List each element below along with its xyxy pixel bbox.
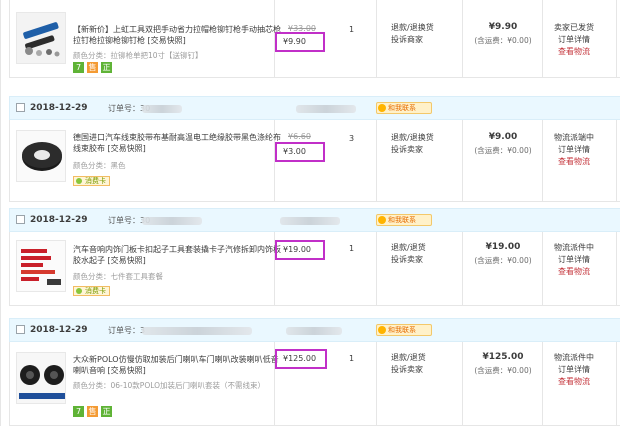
view-logistics-link[interactable]: 查看物流 — [541, 376, 607, 388]
service-tags: 消费卡 — [73, 286, 110, 296]
order-total: ¥9.00 (含运费：¥0.00) — [463, 132, 543, 156]
after-sale-links: 退款/退货 投诉卖家 — [391, 352, 426, 376]
order-date: 2018-12-29 — [30, 103, 88, 113]
complaint-link[interactable]: 投诉卖家 — [391, 364, 426, 376]
after-sale-links: 退款/退换货 投诉商家 — [391, 22, 434, 46]
product-thumbnail[interactable] — [16, 352, 66, 404]
seven-day-return-icon: 7 — [73, 62, 84, 73]
unit-price: ¥19.00 — [275, 240, 325, 260]
contact-seller-button[interactable]: 和我联系 — [376, 214, 432, 226]
chat-icon — [378, 216, 386, 224]
product-thumbnail[interactable] — [16, 130, 66, 182]
order-detail-link[interactable]: 订单详情 — [541, 144, 607, 156]
chat-icon — [378, 326, 386, 334]
quantity: 1 — [349, 244, 355, 253]
unit-price: ¥9.90 — [275, 32, 325, 52]
product-spec: 颜色分类：拉铆枪单把10寸【送铆钉】 — [73, 51, 203, 60]
order-date: 2018-12-29 — [30, 325, 88, 335]
status-text: 物流派件中 — [554, 353, 594, 362]
product-title[interactable]: 汽车音响内饰门板卡扣起子工具套装撬卡子汽修拆卸内饰板胶水起子 [交易快照] — [73, 244, 283, 266]
original-price: ¥6.60 — [288, 132, 311, 141]
order-checkbox[interactable] — [16, 325, 25, 334]
redacted-order-no — [142, 327, 252, 335]
order-detail-link[interactable]: 订单详情 — [541, 254, 607, 266]
view-logistics-link[interactable]: 查看物流 — [541, 156, 607, 168]
view-logistics-link[interactable]: 查看物流 — [541, 266, 607, 278]
status-text: 卖家已发货 — [554, 23, 594, 32]
order-status: 卖家已发货 订单详情 查看物流 — [541, 22, 607, 58]
view-logistics-link[interactable]: 查看物流 — [541, 46, 607, 58]
order-status: 物流派件中 订单详情 查看物流 — [541, 352, 607, 388]
order-total: ¥9.90 (含运费：¥0.00) — [463, 22, 543, 46]
seven-day-return-icon: 7 — [73, 406, 84, 417]
product-title[interactable]: 【新新价】上虹工具双把手动省力拉帽枪铆钉枪手动抽芯枪拉钉枪拉铆枪铆钉枪 [交易快… — [73, 24, 283, 46]
complaint-link[interactable]: 投诉商家 — [391, 34, 434, 46]
service-tags: 消费卡 — [73, 176, 110, 186]
order-total: ¥125.00 (含运费：¥0.00) — [463, 352, 543, 376]
order-list: 【新新价】上虹工具双把手动省力拉帽枪铆钉枪手动抽芯枪拉钉枪拉铆枪铆钉枪 [交易快… — [0, 0, 620, 426]
complaint-link[interactable]: 投诉卖家 — [391, 144, 434, 156]
complaint-link[interactable]: 投诉卖家 — [391, 254, 426, 266]
order-status: 物流派端中 订单详情 查看物流 — [541, 132, 607, 168]
consumer-card-badge: 消费卡 — [73, 176, 110, 186]
redacted-shop-name — [296, 105, 356, 113]
quantity: 3 — [349, 134, 355, 143]
quantity: 1 — [349, 354, 355, 363]
shipping-fee: (含运费：¥0.00) — [474, 36, 532, 45]
order-header: 2018-12-29 订单号：30 和我联系 — [9, 96, 620, 120]
shipping-fee: (含运费：¥0.00) — [474, 146, 532, 155]
product-thumbnail[interactable] — [16, 240, 66, 292]
redacted-shop-name — [280, 217, 340, 225]
refund-link[interactable]: 退款/退换货 — [391, 132, 434, 144]
status-text: 物流派端中 — [554, 133, 594, 142]
unit-price: ¥125.00 — [275, 349, 327, 369]
total-amount: ¥125.00 — [482, 352, 524, 362]
redacted-shop-name — [286, 327, 342, 335]
refund-link[interactable]: 退款/退换货 — [391, 22, 434, 34]
consumer-card-badge: 消费卡 — [73, 286, 110, 296]
refund-link[interactable]: 退款/退货 — [391, 242, 426, 254]
product-title[interactable]: 大众新POLO仿慢仿取加装后门喇叭车门喇叭改装喇叭低音喇叭音响 [交易快照] — [73, 354, 283, 376]
after-sale-icon: 售 — [87, 406, 98, 417]
redacted-order-no — [142, 217, 202, 225]
refund-link[interactable]: 退款/退货 — [391, 352, 426, 364]
total-amount: ¥9.00 — [488, 132, 518, 142]
service-tags: 7售正 — [73, 406, 115, 417]
order-checkbox[interactable] — [16, 215, 25, 224]
after-sale-links: 退款/退货 投诉卖家 — [391, 242, 426, 266]
order-total: ¥19.00 (含运费：¥0.00) — [463, 242, 543, 266]
shipping-fee: (含运费：¥0.00) — [474, 366, 532, 375]
status-text: 物流派件中 — [554, 243, 594, 252]
product-spec: 颜色分类：七件套工具套餐 — [73, 272, 163, 281]
unit-price: ¥3.00 — [275, 142, 325, 162]
product-thumbnail[interactable] — [16, 12, 66, 64]
total-amount: ¥19.00 — [485, 242, 521, 252]
product-title[interactable]: 德国进口汽车线束胶带布基耐高温电工绝缘胶带黑色涤纶布线束胶布 [交易快照] — [73, 132, 283, 154]
product-spec: 颜色分类：黑色 — [73, 161, 126, 170]
chat-icon — [378, 104, 386, 112]
order-checkbox[interactable] — [16, 103, 25, 112]
contact-seller-button[interactable]: 和我联系 — [376, 102, 432, 114]
redacted-order-no — [142, 105, 182, 113]
genuine-icon: 正 — [101, 406, 112, 417]
order-detail-link[interactable]: 订单详情 — [541, 34, 607, 46]
product-spec: 颜色分类：06-10款POLO加装后门喇叭套装（不需线束） — [73, 381, 266, 390]
shipping-fee: (含运费：¥0.00) — [474, 256, 532, 265]
genuine-icon: 正 — [101, 62, 112, 73]
order-number: 订单号：3 — [108, 326, 145, 335]
after-sale-links: 退款/退换货 投诉卖家 — [391, 132, 434, 156]
total-amount: ¥9.90 — [488, 22, 518, 32]
service-tags: 7售正 — [73, 62, 115, 73]
order-date: 2018-12-29 — [30, 215, 88, 225]
order-detail-link[interactable]: 订单详情 — [541, 364, 607, 376]
order-status: 物流派件中 订单详情 查看物流 — [541, 242, 607, 278]
quantity: 1 — [349, 25, 355, 34]
order-header: 2018-12-29 订单号：30 和我联系 — [9, 208, 620, 232]
contact-seller-button[interactable]: 和我联系 — [376, 324, 432, 336]
after-sale-icon: 售 — [87, 62, 98, 73]
order-header: 2018-12-29 订单号：3 和我联系 — [9, 318, 620, 342]
